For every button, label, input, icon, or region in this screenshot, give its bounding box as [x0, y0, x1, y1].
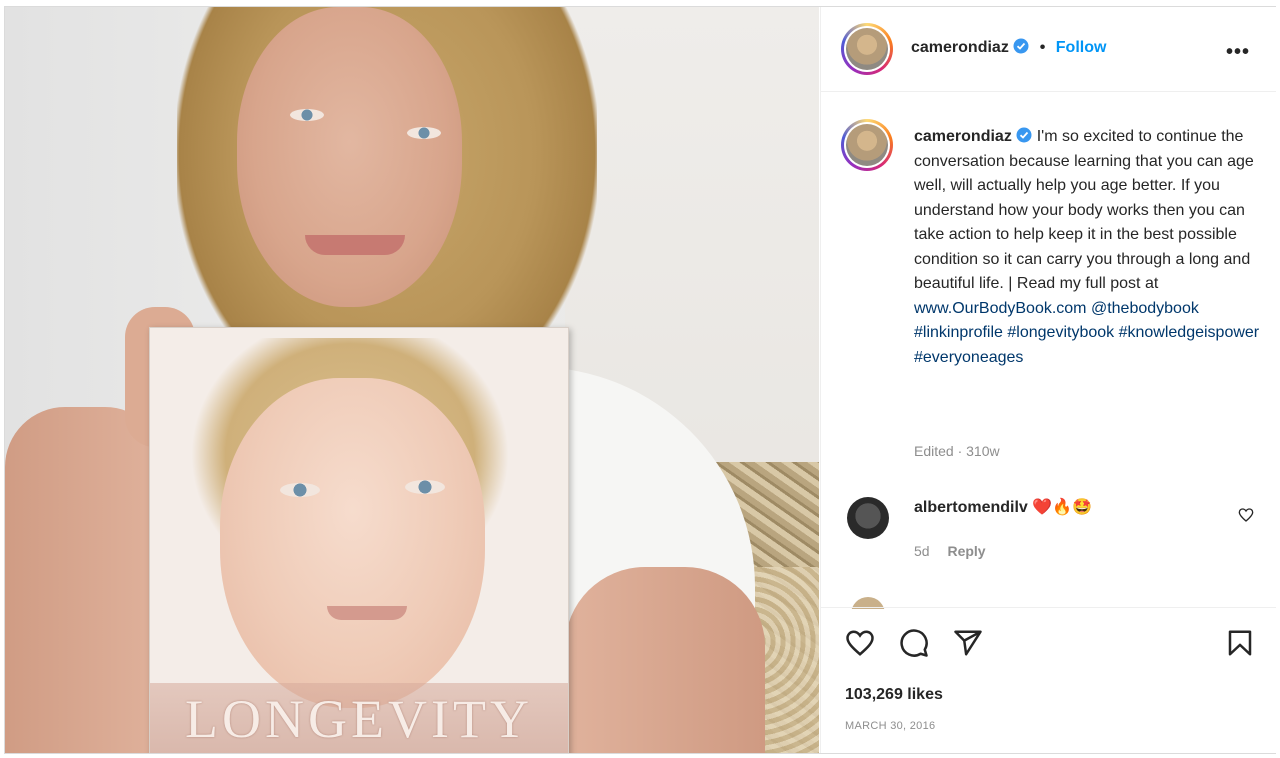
- book-cover-face: [220, 378, 485, 708]
- caption-author-avatar[interactable]: [841, 119, 893, 171]
- reply-button[interactable]: Reply: [947, 543, 985, 559]
- commenter-avatar[interactable]: [847, 497, 889, 539]
- caption-website-link[interactable]: www.OurBodyBook.com: [914, 300, 1087, 317]
- left-arm: [5, 407, 165, 753]
- caption-meta: Edited · 310w: [914, 443, 1000, 459]
- book-eye-right: [405, 480, 445, 494]
- book-eye-left: [280, 483, 320, 497]
- author-avatar[interactable]: [841, 23, 893, 75]
- post-actions: 103,269 likes MARCH 30, 2016: [821, 607, 1276, 754]
- heart-icon[interactable]: [845, 628, 875, 658]
- hashtag[interactable]: #longevitybook: [1007, 324, 1114, 341]
- verified-badge-icon: [1013, 38, 1029, 54]
- photo-eye-left: [290, 109, 324, 121]
- follow-button[interactable]: Follow: [1056, 39, 1107, 56]
- post-sidebar: camerondiaz • Follow ••• camerondiaz I'm…: [820, 7, 1276, 753]
- post-date[interactable]: MARCH 30, 2016: [845, 720, 935, 732]
- bookmark-icon[interactable]: [1225, 628, 1255, 658]
- comment: albertomendilv ❤️🔥🤩: [914, 497, 1092, 517]
- photo-smile: [305, 235, 405, 255]
- photo-eye-right: [407, 127, 441, 139]
- comment-text: ❤️🔥🤩: [1032, 499, 1093, 516]
- comment-meta: 5d Reply: [914, 543, 986, 559]
- more-options-icon[interactable]: •••: [1226, 41, 1250, 64]
- caption-text: I'm so excited to continue the conversat…: [914, 128, 1254, 292]
- hashtag[interactable]: #everyoneages: [914, 349, 1023, 366]
- hashtag[interactable]: #linkinprofile: [914, 324, 1003, 341]
- post-dialog: LONGEVITY camerondiaz • Follow ••• camer…: [4, 6, 1276, 754]
- book-cover-smile: [327, 606, 407, 620]
- book-title: LONGEVITY: [185, 689, 533, 749]
- separator-dot: •: [1039, 39, 1046, 56]
- comment-like-heart-icon[interactable]: [1238, 507, 1254, 523]
- post-photo[interactable]: LONGEVITY: [5, 7, 819, 753]
- post-caption: camerondiaz I'm so excited to continue t…: [914, 125, 1264, 370]
- comment-icon[interactable]: [899, 628, 929, 658]
- comment-age: 5d: [914, 543, 930, 559]
- caption-mention[interactable]: @thebodybook: [1091, 300, 1199, 317]
- right-arm: [565, 567, 765, 753]
- share-icon[interactable]: [953, 628, 983, 658]
- longevity-book: LONGEVITY: [149, 327, 569, 753]
- post-header: camerondiaz • Follow •••: [821, 7, 1276, 92]
- author-username[interactable]: camerondiaz: [911, 39, 1009, 56]
- commenter-username[interactable]: albertomendilv: [914, 499, 1028, 516]
- verified-badge-icon: [1016, 127, 1032, 143]
- hashtag[interactable]: #knowledgeispower: [1119, 324, 1260, 341]
- photo-face: [237, 7, 462, 307]
- caption-username[interactable]: camerondiaz: [914, 128, 1012, 145]
- likes-count[interactable]: 103,269 likes: [845, 686, 943, 704]
